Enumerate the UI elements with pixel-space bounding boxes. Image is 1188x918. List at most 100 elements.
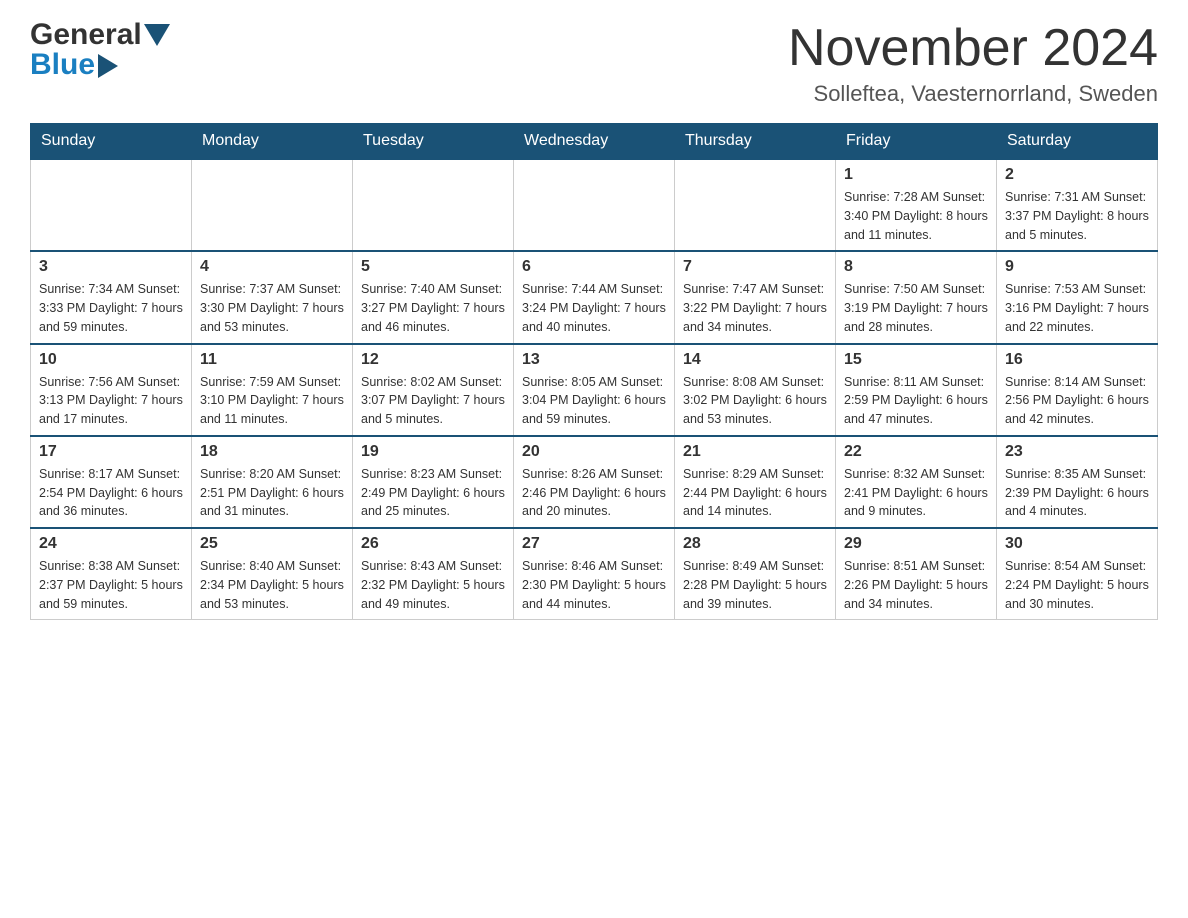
day-number: 9 bbox=[1005, 258, 1149, 276]
month-title: November 2024 bbox=[788, 20, 1158, 77]
day-number: 30 bbox=[1005, 535, 1149, 553]
day-info: Sunrise: 8:43 AM Sunset: 2:32 PM Dayligh… bbox=[361, 557, 505, 613]
day-number: 29 bbox=[844, 535, 988, 553]
day-number: 22 bbox=[844, 443, 988, 461]
location: Solleftea, Vaesternorrland, Sweden bbox=[788, 81, 1158, 107]
table-row: 27 Sunrise: 8:46 AM Sunset: 2:30 PM Dayli… bbox=[514, 528, 675, 620]
day-number: 1 bbox=[844, 166, 988, 184]
header-sunday: Sunday bbox=[31, 124, 192, 160]
day-info: Sunrise: 7:44 AM Sunset: 3:24 PM Dayligh… bbox=[522, 280, 666, 336]
day-number: 27 bbox=[522, 535, 666, 553]
calendar-week-1: 1 Sunrise: 7:28 AM Sunset: 3:40 PM Daylig… bbox=[31, 159, 1158, 251]
page-header: General Blue November 2024 Solleftea, Va… bbox=[30, 20, 1158, 107]
table-row: 14 Sunrise: 8:08 AM Sunset: 3:02 PM Dayli… bbox=[675, 344, 836, 436]
table-row: 25 Sunrise: 8:40 AM Sunset: 2:34 PM Dayli… bbox=[192, 528, 353, 620]
table-row: 20Sunrise: 8:26 AM Sunset: 2:46 PM Dayli… bbox=[514, 436, 675, 528]
day-number: 24 bbox=[39, 535, 183, 553]
table-row: 19 Sunrise: 8:23 AM Sunset: 2:49 PM Dayli… bbox=[353, 436, 514, 528]
table-row: 28Sunrise: 8:49 AM Sunset: 2:28 PM Dayli… bbox=[675, 528, 836, 620]
table-row: 22 Sunrise: 8:32 AM Sunset: 2:41 PM Dayli… bbox=[836, 436, 997, 528]
header-friday: Friday bbox=[836, 124, 997, 160]
table-row: 24Sunrise: 8:38 AM Sunset: 2:37 PM Dayli… bbox=[31, 528, 192, 620]
table-row: 11 Sunrise: 7:59 AM Sunset: 3:10 PM Dayli… bbox=[192, 344, 353, 436]
day-info: Sunrise: 7:47 AM Sunset: 3:22 PM Dayligh… bbox=[683, 280, 827, 336]
logo-general: General bbox=[30, 20, 142, 50]
table-row bbox=[514, 159, 675, 251]
day-info: Sunrise: 7:28 AM Sunset: 3:40 PM Dayligh… bbox=[844, 188, 988, 244]
day-info: Sunrise: 8:23 AM Sunset: 2:49 PM Dayligh… bbox=[361, 465, 505, 521]
logo-triangle-icon bbox=[144, 24, 170, 50]
day-number: 25 bbox=[200, 535, 344, 553]
table-row bbox=[353, 159, 514, 251]
table-row: 3 Sunrise: 7:34 AM Sunset: 3:33 PM Daylig… bbox=[31, 251, 192, 343]
table-row: 13 Sunrise: 8:05 AM Sunset: 3:04 PM Dayli… bbox=[514, 344, 675, 436]
table-row: 9 Sunrise: 7:53 AM Sunset: 3:16 PM Daylig… bbox=[997, 251, 1158, 343]
day-number: 20 bbox=[522, 443, 666, 461]
title-section: November 2024 Solleftea, Vaesternorrland… bbox=[788, 20, 1158, 107]
table-row: 7 Sunrise: 7:47 AM Sunset: 3:22 PM Daylig… bbox=[675, 251, 836, 343]
day-info: Sunrise: 7:59 AM Sunset: 3:10 PM Dayligh… bbox=[200, 373, 344, 429]
day-info: Sunrise: 8:20 AM Sunset: 2:51 PM Dayligh… bbox=[200, 465, 344, 521]
table-row: 5Sunrise: 7:40 AM Sunset: 3:27 PM Daylig… bbox=[353, 251, 514, 343]
calendar-week-4: 17 Sunrise: 8:17 AM Sunset: 2:54 PM Dayli… bbox=[31, 436, 1158, 528]
day-number: 18 bbox=[200, 443, 344, 461]
day-number: 23 bbox=[1005, 443, 1149, 461]
table-row: 21Sunrise: 8:29 AM Sunset: 2:44 PM Dayli… bbox=[675, 436, 836, 528]
header-wednesday: Wednesday bbox=[514, 124, 675, 160]
day-info: Sunrise: 8:14 AM Sunset: 2:56 PM Dayligh… bbox=[1005, 373, 1149, 429]
day-number: 3 bbox=[39, 258, 183, 276]
day-info: Sunrise: 7:34 AM Sunset: 3:33 PM Dayligh… bbox=[39, 280, 183, 336]
table-row bbox=[192, 159, 353, 251]
logo-arrow-icon bbox=[98, 54, 118, 78]
day-number: 11 bbox=[200, 351, 344, 369]
day-info: Sunrise: 8:51 AM Sunset: 2:26 PM Dayligh… bbox=[844, 557, 988, 613]
day-info: Sunrise: 8:46 AM Sunset: 2:30 PM Dayligh… bbox=[522, 557, 666, 613]
table-row bbox=[31, 159, 192, 251]
day-info: Sunrise: 8:08 AM Sunset: 3:02 PM Dayligh… bbox=[683, 373, 827, 429]
day-number: 6 bbox=[522, 258, 666, 276]
calendar-week-5: 24Sunrise: 8:38 AM Sunset: 2:37 PM Dayli… bbox=[31, 528, 1158, 620]
day-number: 26 bbox=[361, 535, 505, 553]
day-info: Sunrise: 8:29 AM Sunset: 2:44 PM Dayligh… bbox=[683, 465, 827, 521]
table-row: 17 Sunrise: 8:17 AM Sunset: 2:54 PM Dayli… bbox=[31, 436, 192, 528]
table-row: 10 Sunrise: 7:56 AM Sunset: 3:13 PM Dayli… bbox=[31, 344, 192, 436]
calendar-header-row: Sunday Monday Tuesday Wednesday Thursday… bbox=[31, 124, 1158, 160]
day-number: 19 bbox=[361, 443, 505, 461]
header-thursday: Thursday bbox=[675, 124, 836, 160]
day-number: 7 bbox=[683, 258, 827, 276]
day-info: Sunrise: 7:40 AM Sunset: 3:27 PM Dayligh… bbox=[361, 280, 505, 336]
day-number: 8 bbox=[844, 258, 988, 276]
day-info: Sunrise: 8:05 AM Sunset: 3:04 PM Dayligh… bbox=[522, 373, 666, 429]
table-row: 26 Sunrise: 8:43 AM Sunset: 2:32 PM Dayli… bbox=[353, 528, 514, 620]
day-number: 17 bbox=[39, 443, 183, 461]
day-number: 2 bbox=[1005, 166, 1149, 184]
day-info: Sunrise: 7:56 AM Sunset: 3:13 PM Dayligh… bbox=[39, 373, 183, 429]
day-number: 28 bbox=[683, 535, 827, 553]
day-info: Sunrise: 7:50 AM Sunset: 3:19 PM Dayligh… bbox=[844, 280, 988, 336]
day-info: Sunrise: 8:02 AM Sunset: 3:07 PM Dayligh… bbox=[361, 373, 505, 429]
day-info: Sunrise: 7:53 AM Sunset: 3:16 PM Dayligh… bbox=[1005, 280, 1149, 336]
table-row: 8 Sunrise: 7:50 AM Sunset: 3:19 PM Daylig… bbox=[836, 251, 997, 343]
day-info: Sunrise: 7:37 AM Sunset: 3:30 PM Dayligh… bbox=[200, 280, 344, 336]
table-row: 16 Sunrise: 8:14 AM Sunset: 2:56 PM Dayli… bbox=[997, 344, 1158, 436]
table-row: 23 Sunrise: 8:35 AM Sunset: 2:39 PM Dayli… bbox=[997, 436, 1158, 528]
calendar-table: Sunday Monday Tuesday Wednesday Thursday… bbox=[30, 123, 1158, 620]
day-number: 14 bbox=[683, 351, 827, 369]
day-info: Sunrise: 8:11 AM Sunset: 2:59 PM Dayligh… bbox=[844, 373, 988, 429]
header-tuesday: Tuesday bbox=[353, 124, 514, 160]
day-number: 15 bbox=[844, 351, 988, 369]
day-number: 16 bbox=[1005, 351, 1149, 369]
day-number: 10 bbox=[39, 351, 183, 369]
day-info: Sunrise: 8:40 AM Sunset: 2:34 PM Dayligh… bbox=[200, 557, 344, 613]
day-info: Sunrise: 7:31 AM Sunset: 3:37 PM Dayligh… bbox=[1005, 188, 1149, 244]
logo: General Blue bbox=[30, 20, 170, 80]
day-info: Sunrise: 8:35 AM Sunset: 2:39 PM Dayligh… bbox=[1005, 465, 1149, 521]
table-row bbox=[675, 159, 836, 251]
day-number: 4 bbox=[200, 258, 344, 276]
day-number: 12 bbox=[361, 351, 505, 369]
day-info: Sunrise: 8:17 AM Sunset: 2:54 PM Dayligh… bbox=[39, 465, 183, 521]
table-row: 15 Sunrise: 8:11 AM Sunset: 2:59 PM Dayli… bbox=[836, 344, 997, 436]
day-info: Sunrise: 8:32 AM Sunset: 2:41 PM Dayligh… bbox=[844, 465, 988, 521]
day-number: 13 bbox=[522, 351, 666, 369]
table-row: 4 Sunrise: 7:37 AM Sunset: 3:30 PM Daylig… bbox=[192, 251, 353, 343]
